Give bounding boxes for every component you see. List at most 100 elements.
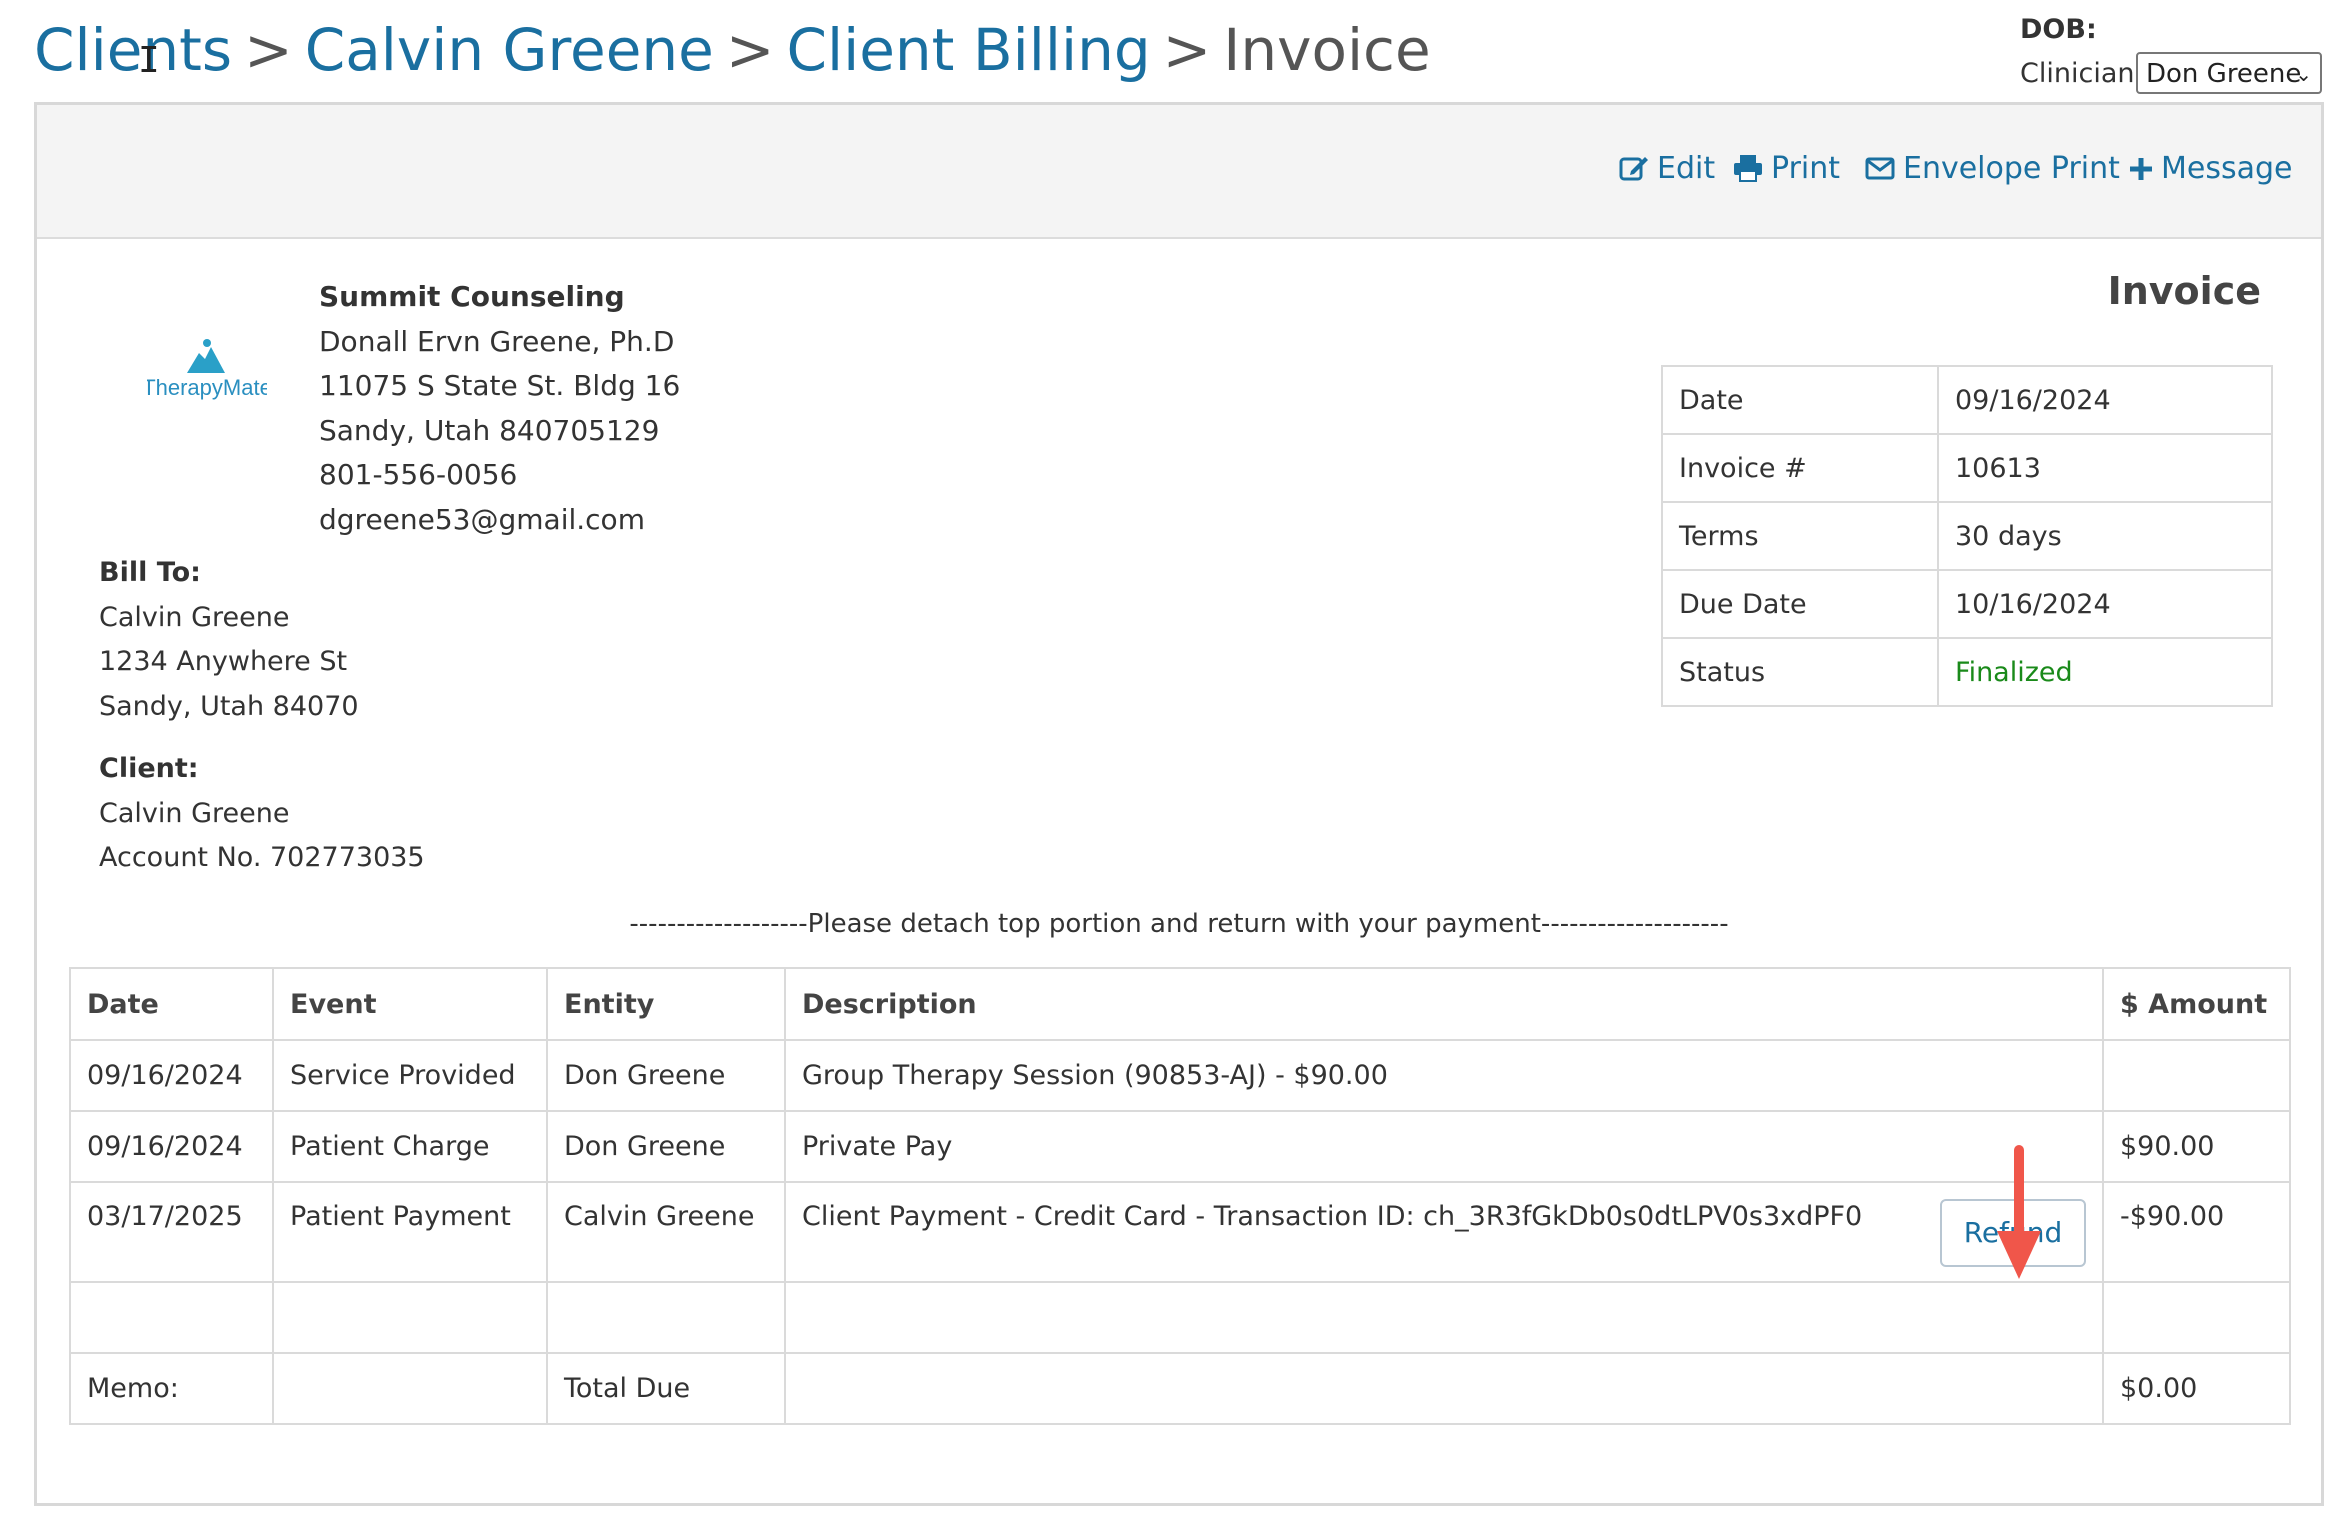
row-description: Client Payment - Credit Card - Transacti… [802, 1201, 1863, 1232]
invoice-lines-table: Date Event Entity Description $ Amount 0… [69, 967, 2291, 1425]
bill-to-street: 1234 Anywhere St [99, 646, 348, 677]
clinician-select-value: Don Greene [2146, 59, 2302, 89]
total-spacer [784, 1352, 2104, 1425]
practice-city: Sandy, Utah 840705129 [319, 413, 660, 447]
meta-label: Invoice # [1661, 433, 1939, 503]
row-event: Service Provided [272, 1039, 548, 1112]
bill-to-city: Sandy, Utah 84070 [99, 690, 359, 722]
breadcrumb-current: Invoice [1223, 16, 1431, 84]
text-cursor-icon: I [138, 40, 160, 81]
annotation-arrow-icon [1997, 1145, 2041, 1279]
bill-to-block: Bill To: Calvin Greene 1234 Anywhere St … [99, 551, 359, 729]
bill-to-name: Calvin Greene [99, 601, 290, 633]
print-icon [1734, 155, 1762, 182]
practice-name: Summit Counseling [319, 280, 625, 313]
column-header-entity: Entity [546, 967, 786, 1041]
column-header-description: Description [784, 967, 2104, 1041]
table-header-row: Date Event Entity Description $ Amount [69, 967, 2291, 1041]
row-event: Patient Payment [272, 1181, 548, 1283]
row-amount: $90.00 [2102, 1110, 2291, 1183]
logo-text: TherapyMate [147, 375, 267, 400]
client-name: Calvin Greene [99, 797, 290, 829]
table-row: 03/17/2025 Patient Payment Calvin Greene… [69, 1181, 2291, 1283]
chevron-down-icon: ⌄ [2295, 62, 2312, 86]
breadcrumb-separator: > [725, 16, 775, 84]
detach-note: -------------------Please detach top por… [629, 909, 1729, 939]
row-event: Patient Charge [272, 1110, 548, 1183]
meta-label: Terms [1661, 501, 1939, 571]
meta-value: 10613 [1937, 433, 2273, 503]
invoice-meta-table: Date 09/16/2024 Invoice #10613 Terms 30 da… [1661, 365, 2273, 707]
edit-icon [1619, 157, 1648, 181]
client-heading: Client: [99, 753, 199, 784]
meta-value: 10/16/2024 [1937, 569, 2273, 639]
envelope-icon [1865, 157, 1895, 180]
empty-cell [784, 1281, 2104, 1354]
message-label: Message [2161, 151, 2293, 186]
memo-label: Memo: [69, 1352, 274, 1425]
practice-email: dgreene53@gmail.com [319, 502, 645, 536]
meta-label: Due Date [1661, 569, 1939, 639]
client-block: Client: Calvin Greene Account No. 702773… [99, 747, 425, 881]
row-entity: Don Greene [546, 1110, 786, 1183]
breadcrumb-separator: > [244, 16, 293, 84]
invoice-panel: Edit Print Envelope Print Message Therap… [34, 102, 2324, 1506]
empty-cell [546, 1281, 786, 1354]
dob-label: DOB: [2020, 14, 2097, 45]
row-date: 09/16/2024 [69, 1110, 274, 1183]
empty-cell [272, 1281, 548, 1354]
edit-button[interactable]: Edit [1619, 151, 1715, 186]
edit-label: Edit [1657, 151, 1716, 186]
meta-row-terms: Terms 30 days [1661, 501, 2273, 571]
breadcrumb-link-client[interactable]: Calvin Greene [305, 16, 714, 84]
toolbar: Edit Print Envelope Print Message [37, 105, 2321, 239]
envelope-print-button[interactable]: Envelope Print [1865, 151, 2120, 186]
meta-row-invoice-number: Invoice #10613 [1661, 433, 2273, 503]
practice-provider: Donall Ervn Greene, Ph.D [319, 324, 675, 358]
column-header-amount: $ Amount [2102, 967, 2291, 1041]
message-button[interactable]: Message [2129, 151, 2292, 186]
row-date: 09/16/2024 [69, 1039, 274, 1112]
row-amount [2102, 1039, 2291, 1112]
row-entity: Don Greene [546, 1039, 786, 1112]
column-header-event: Event [272, 967, 548, 1041]
meta-row-due-date: Due Date 10/16/2024 [1661, 569, 2273, 639]
row-description: Private Pay [784, 1110, 2104, 1183]
breadcrumb-separator: > [1162, 16, 1212, 84]
meta-label: Date [1661, 365, 1939, 435]
table-row-empty [69, 1281, 2291, 1354]
row-date: 03/17/2025 [69, 1181, 274, 1283]
clinician-label: Clinician: [2020, 58, 2144, 89]
plus-icon [2130, 158, 2152, 180]
therapymate-logo: TherapyMate [147, 339, 267, 400]
clinician-select[interactable]: Don Greene ⌄ [2136, 52, 2322, 94]
invoice-title: Invoice [2107, 269, 2261, 313]
row-amount: -$90.00 [2102, 1181, 2291, 1283]
empty-cell [2102, 1281, 2291, 1354]
envelope-print-label: Envelope Print [1903, 151, 2120, 186]
total-due-label: Total Due [546, 1352, 786, 1425]
meta-value: 30 days [1937, 501, 2273, 571]
client-account: Account No. 702773035 [99, 842, 425, 873]
breadcrumb-link-clients[interactable]: Clients [34, 16, 232, 84]
total-row: Memo: Total Due $0.00 [69, 1352, 2291, 1425]
row-entity: Calvin Greene [546, 1181, 786, 1283]
memo-value [272, 1352, 548, 1425]
row-description-cell: Client Payment - Credit Card - Transacti… [784, 1181, 2104, 1283]
print-label: Print [1771, 151, 1841, 186]
meta-row-date: Date 09/16/2024 [1661, 365, 2273, 435]
meta-row-status: Status Finalized [1661, 637, 2273, 707]
practice-phone: 801-556-0056 [319, 458, 518, 491]
meta-value: 09/16/2024 [1937, 365, 2273, 435]
print-button[interactable]: Print [1733, 151, 1840, 186]
meta-label: Status [1661, 637, 1939, 707]
table-row: 09/16/2024 Patient Charge Don Greene Pri… [69, 1110, 2291, 1183]
column-header-date: Date [69, 967, 274, 1041]
row-description: Group Therapy Session (90853-AJ) - $90.0… [784, 1039, 2104, 1112]
practice-info: Summit Counseling Donall Ervn Greene, Ph… [319, 275, 680, 542]
practice-street: 11075 S State St. Bldg 16 [319, 369, 681, 402]
table-row: 09/16/2024 Service Provided Don Greene G… [69, 1039, 2291, 1112]
empty-cell [69, 1281, 274, 1354]
total-due-value: $0.00 [2102, 1352, 2291, 1425]
breadcrumb-link-client-billing[interactable]: Client Billing [786, 16, 1150, 84]
